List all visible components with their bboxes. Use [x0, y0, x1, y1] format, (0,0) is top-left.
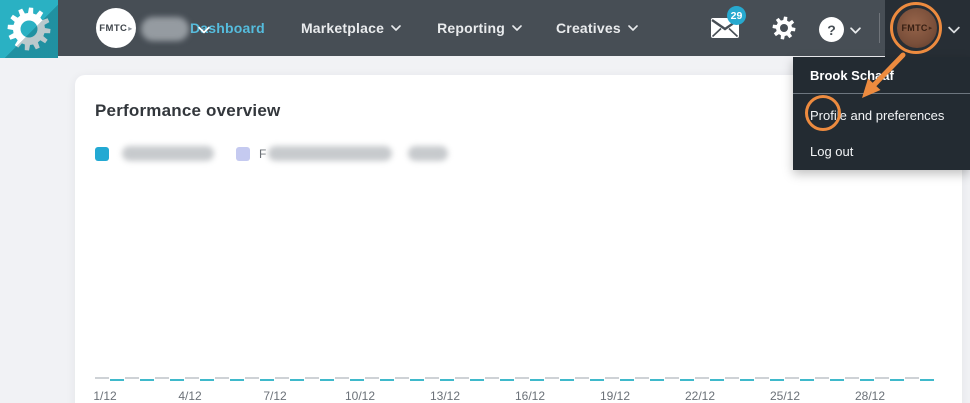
- x-axis-tick-label: 10/12: [345, 389, 375, 403]
- user-name: Brook Schaaf: [810, 68, 894, 83]
- fmtc-logo[interactable]: [0, 0, 58, 58]
- help-chevron-down-icon[interactable]: [850, 25, 860, 35]
- x-axis-tick-label: 16/12: [515, 389, 545, 403]
- x-axis-tick-label: 19/12: [600, 389, 630, 403]
- messages-count-badge: 29: [727, 6, 746, 25]
- account-chevron-down-icon[interactable]: [198, 24, 208, 34]
- nav-creatives[interactable]: Creatives: [556, 20, 638, 36]
- user-dropdown-menu: Brook Schaaf Profile and preferences Log…: [793, 57, 970, 170]
- nav-reporting-label: Reporting: [437, 20, 505, 36]
- account-name-redacted: [141, 17, 189, 41]
- chevron-down-icon: [628, 23, 638, 33]
- gear-icon: [772, 16, 796, 40]
- user-avatar[interactable]: FMTC▸: [897, 8, 937, 48]
- play-icon: ▸: [128, 24, 132, 33]
- legend-swatch-series2[interactable]: [236, 147, 250, 161]
- legend-label-series2-prefix: F: [259, 147, 266, 161]
- x-axis-tick-label: 7/12: [263, 389, 286, 403]
- menu-item-profile-preferences[interactable]: Profile and preferences: [810, 108, 944, 123]
- question-mark-icon: ?: [827, 22, 836, 38]
- play-icon: ▸: [929, 24, 933, 32]
- main-nav: Dashboard Marketplace Reporting Creative…: [190, 0, 638, 56]
- nav-marketplace[interactable]: Marketplace: [301, 20, 401, 36]
- x-axis-tick-label: 4/12: [178, 389, 201, 403]
- nav-reporting[interactable]: Reporting: [437, 20, 522, 36]
- x-axis-tick-label: 1/12: [93, 389, 116, 403]
- avatar-label: FMTC: [901, 23, 927, 33]
- x-axis-tick-label: 13/12: [430, 389, 460, 403]
- legend-label-series2-suffix-redacted[interactable]: [408, 146, 448, 161]
- chart-legend: F: [95, 146, 448, 161]
- x-axis-labels: 1/12 4/12 7/12 10/12 13/12 16/12 19/12 22/12 25/…: [0, 389, 970, 403]
- menu-divider: [793, 93, 970, 94]
- x-axis-tick-label: 28/12: [855, 389, 885, 403]
- logo-shadow: [0, 0, 58, 58]
- nav-marketplace-label: Marketplace: [301, 20, 384, 36]
- x-axis-tick-label: 22/12: [685, 389, 715, 403]
- settings-button[interactable]: [772, 16, 796, 40]
- legend-label-series1-redacted[interactable]: [122, 146, 214, 161]
- brand-badge-label: FMTC: [99, 23, 127, 34]
- chevron-down-icon: [391, 23, 401, 33]
- nav-creatives-label: Creatives: [556, 20, 621, 36]
- legend-label-series2-redacted[interactable]: [268, 146, 392, 161]
- chevron-down-icon: [512, 23, 522, 33]
- avatar-chevron-down-icon[interactable]: [948, 24, 958, 34]
- legend-swatch-series1[interactable]: [95, 147, 109, 161]
- menu-item-logout[interactable]: Log out: [810, 144, 853, 159]
- x-axis-tick-label: 25/12: [770, 389, 800, 403]
- fmtc-brand-badge[interactable]: FMTC▸: [96, 8, 136, 48]
- help-button[interactable]: ?: [819, 17, 844, 42]
- page-title: Performance overview: [95, 101, 280, 121]
- header-divider: [879, 13, 880, 43]
- chart-zero-line-series1: [95, 379, 935, 381]
